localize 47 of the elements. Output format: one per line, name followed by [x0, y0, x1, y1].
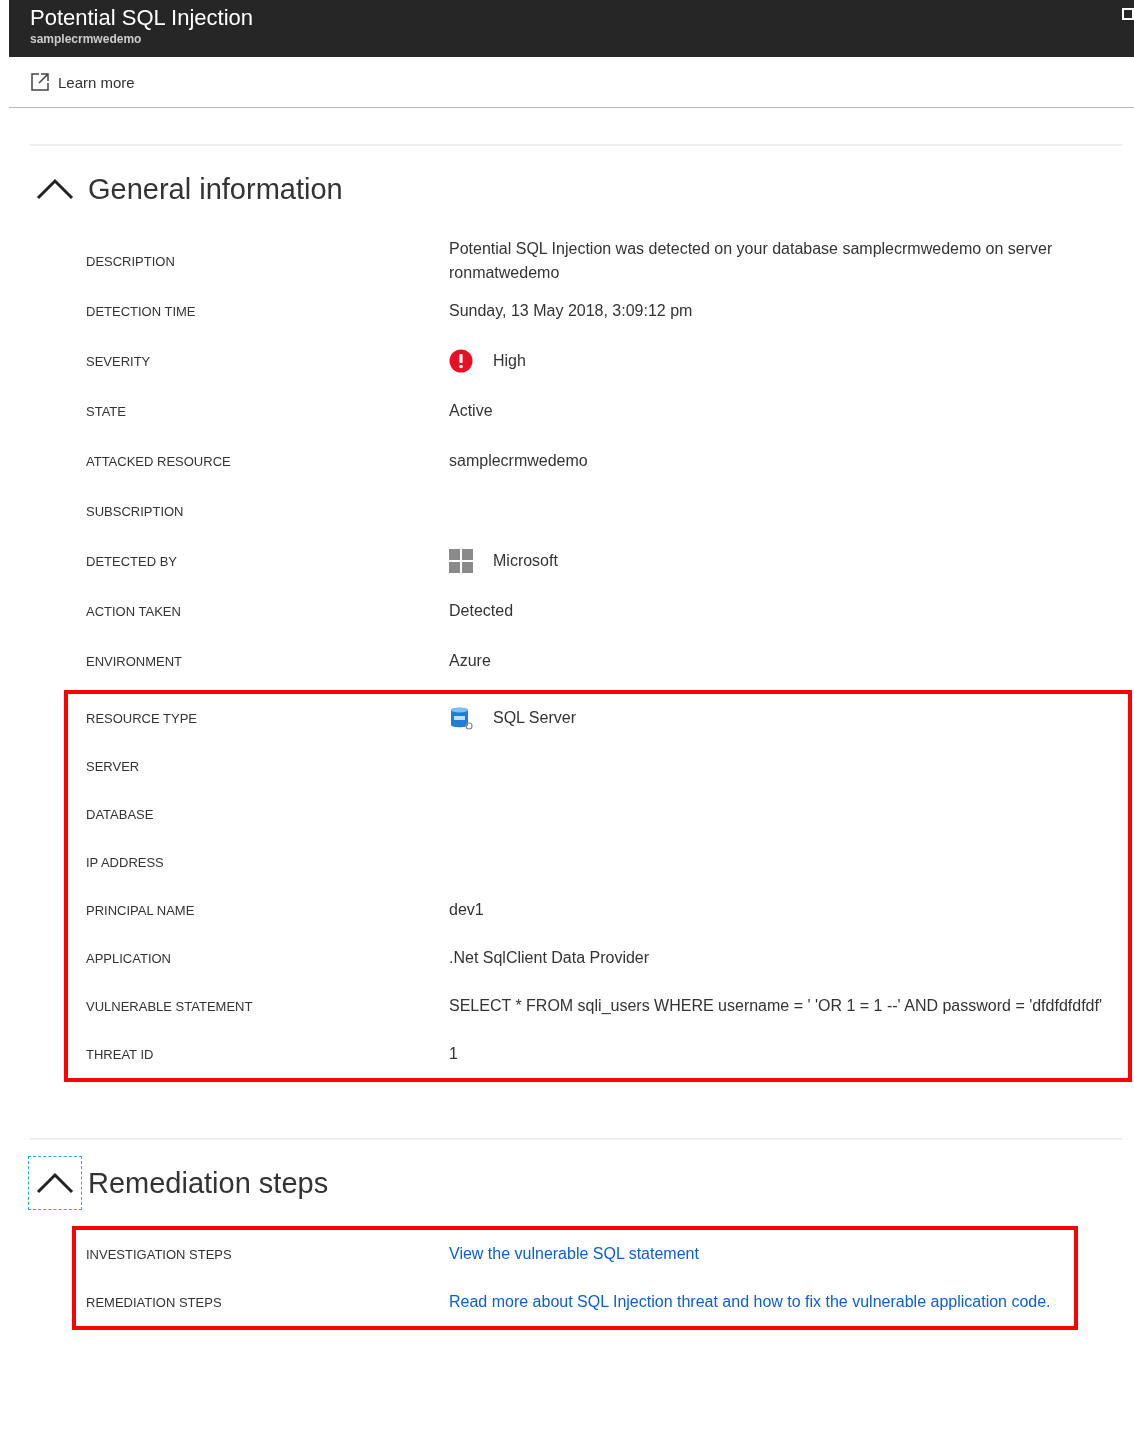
- field-label: SERVER: [86, 758, 141, 774]
- learn-more-link[interactable]: Learn more: [30, 72, 135, 92]
- collapse-button[interactable]: [28, 1156, 82, 1210]
- chevron-up-icon: [35, 1171, 75, 1195]
- field-value: samplecrmwedemo: [449, 451, 588, 471]
- field-label: ACTION TAKEN: [86, 603, 182, 619]
- field-label: DETECTED BY: [86, 553, 178, 569]
- field-label: STATE: [86, 403, 127, 419]
- field-label: INVESTIGATION STEPS: [86, 1246, 233, 1262]
- field-label: REMEDIATION STEPS: [86, 1294, 223, 1310]
- field-label: IP ADDRESS: [86, 854, 165, 870]
- field-label: RESOURCE TYPE: [86, 710, 198, 726]
- field-value: Sunday, 13 May 2018, 3:09:12 pm: [449, 301, 693, 321]
- section-title: Remediation steps: [88, 1166, 329, 1200]
- external-link-icon: [30, 72, 50, 92]
- windows-tiles-icon: [449, 549, 473, 573]
- database-icon: [449, 706, 473, 730]
- chevron-up-icon: [35, 177, 75, 201]
- field-label: DATABASE: [86, 806, 155, 822]
- field-value: Active: [449, 401, 493, 421]
- field-label: SEVERITY: [86, 353, 152, 369]
- field-label: DESCRIPTION: [86, 253, 176, 269]
- link[interactable]: View the vulnerable SQL statement: [449, 1242, 699, 1266]
- field-value: SQL Server: [493, 708, 576, 728]
- maximize-icon[interactable]: [1122, 8, 1134, 20]
- field-label: APPLICATION: [86, 950, 172, 966]
- field-value: 1: [449, 1044, 458, 1064]
- field-value: Potential SQL Injection was detected on your database samplecrmwedemo on server ronmatwedemo: [449, 239, 1054, 283]
- field-value: Detected: [449, 601, 514, 621]
- severity-value: High: [493, 351, 526, 371]
- field-label: PRINCIPAL NAME: [86, 902, 196, 918]
- field-value: Microsoft: [493, 551, 558, 571]
- field-label: THREAT ID: [86, 1046, 155, 1062]
- field-label: ENVIRONMENT: [86, 653, 184, 669]
- field-label: VULNERABLE STATEMENT: [86, 998, 254, 1014]
- field-label: DETECTION TIME: [86, 303, 197, 319]
- field-value: dev1: [449, 900, 484, 920]
- section-title: General information: [88, 172, 343, 206]
- field-label: ATTACKED RESOURCE: [86, 453, 232, 469]
- field-value: Azure: [449, 651, 491, 671]
- window-subtitle: samplecrmwedemo: [30, 32, 143, 46]
- window-title: Potential SQL Injection: [30, 4, 253, 32]
- field-label: SUBSCRIPTION: [86, 503, 185, 519]
- field-value: .Net SqlClient Data Provider: [449, 948, 650, 968]
- link[interactable]: Read more about SQL Injection threat and how to fix the vulnerable application code.: [449, 1290, 1051, 1314]
- alert-icon: [449, 349, 473, 373]
- field-value: SELECT * FROM sqli_users WHERE username = ' 'OR 1 = 1 --' AND password = 'dfdfdfdfdf': [449, 996, 1102, 1016]
